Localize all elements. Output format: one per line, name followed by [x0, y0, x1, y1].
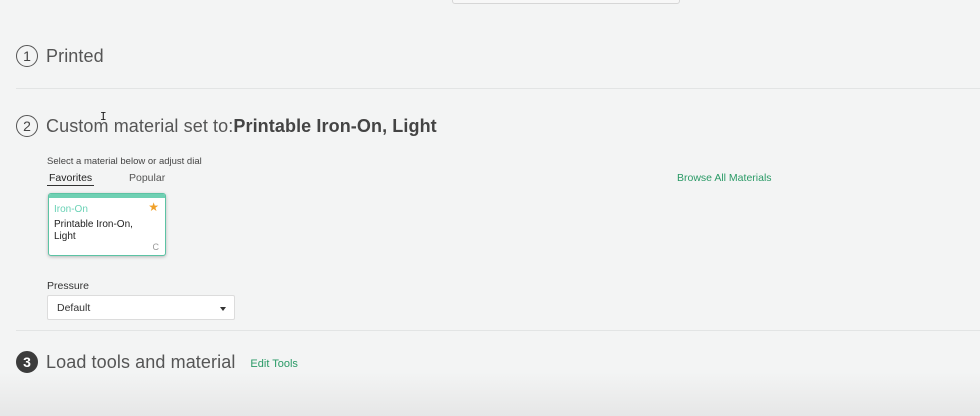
top-input-stub[interactable] — [452, 0, 680, 4]
step-1-number: 1 — [16, 45, 38, 67]
pressure-label: Pressure — [47, 280, 90, 292]
edit-tools-link[interactable]: Edit Tools — [250, 358, 298, 370]
step-2-selected-material: Printable Iron-On, Light — [233, 115, 437, 136]
step-1-row: 1 Printed — [16, 45, 104, 67]
tab-favorites[interactable]: Favorites — [47, 172, 95, 186]
material-category: Iron-On — [54, 204, 88, 215]
step-3-number: 3 — [16, 351, 38, 373]
tab-popular[interactable]: Popular — [129, 172, 165, 184]
text-cursor-icon: I — [100, 110, 107, 123]
pressure-selected-value: Default — [57, 302, 91, 314]
divider — [16, 330, 980, 331]
bottom-fade — [0, 372, 980, 416]
card-accent-bar — [49, 194, 165, 198]
material-instruction: Select a material below or adjust dial — [47, 156, 202, 167]
chevron-down-icon — [220, 307, 226, 311]
pressure-select[interactable]: Default — [47, 295, 235, 320]
step-3-title: Load tools and material — [46, 351, 236, 372]
step-2-row: 2 Custom material set to:Printable Iron-… — [16, 115, 437, 137]
step-1-title: Printed — [46, 45, 104, 66]
browse-all-materials-link[interactable]: Browse All Materials — [677, 172, 772, 184]
material-card[interactable]: Iron-On ★ Printable Iron-On, Light C — [48, 193, 166, 256]
material-name: Printable Iron-On, Light — [54, 219, 133, 242]
star-icon[interactable]: ★ — [148, 200, 159, 214]
step-2-number: 2 — [16, 115, 38, 137]
divider — [16, 88, 980, 89]
material-badge: C — [152, 242, 160, 252]
step-3-row: 3 Load tools and material Edit Tools — [16, 351, 298, 373]
step-2-title-prefix: Custom material set to: — [46, 115, 234, 136]
